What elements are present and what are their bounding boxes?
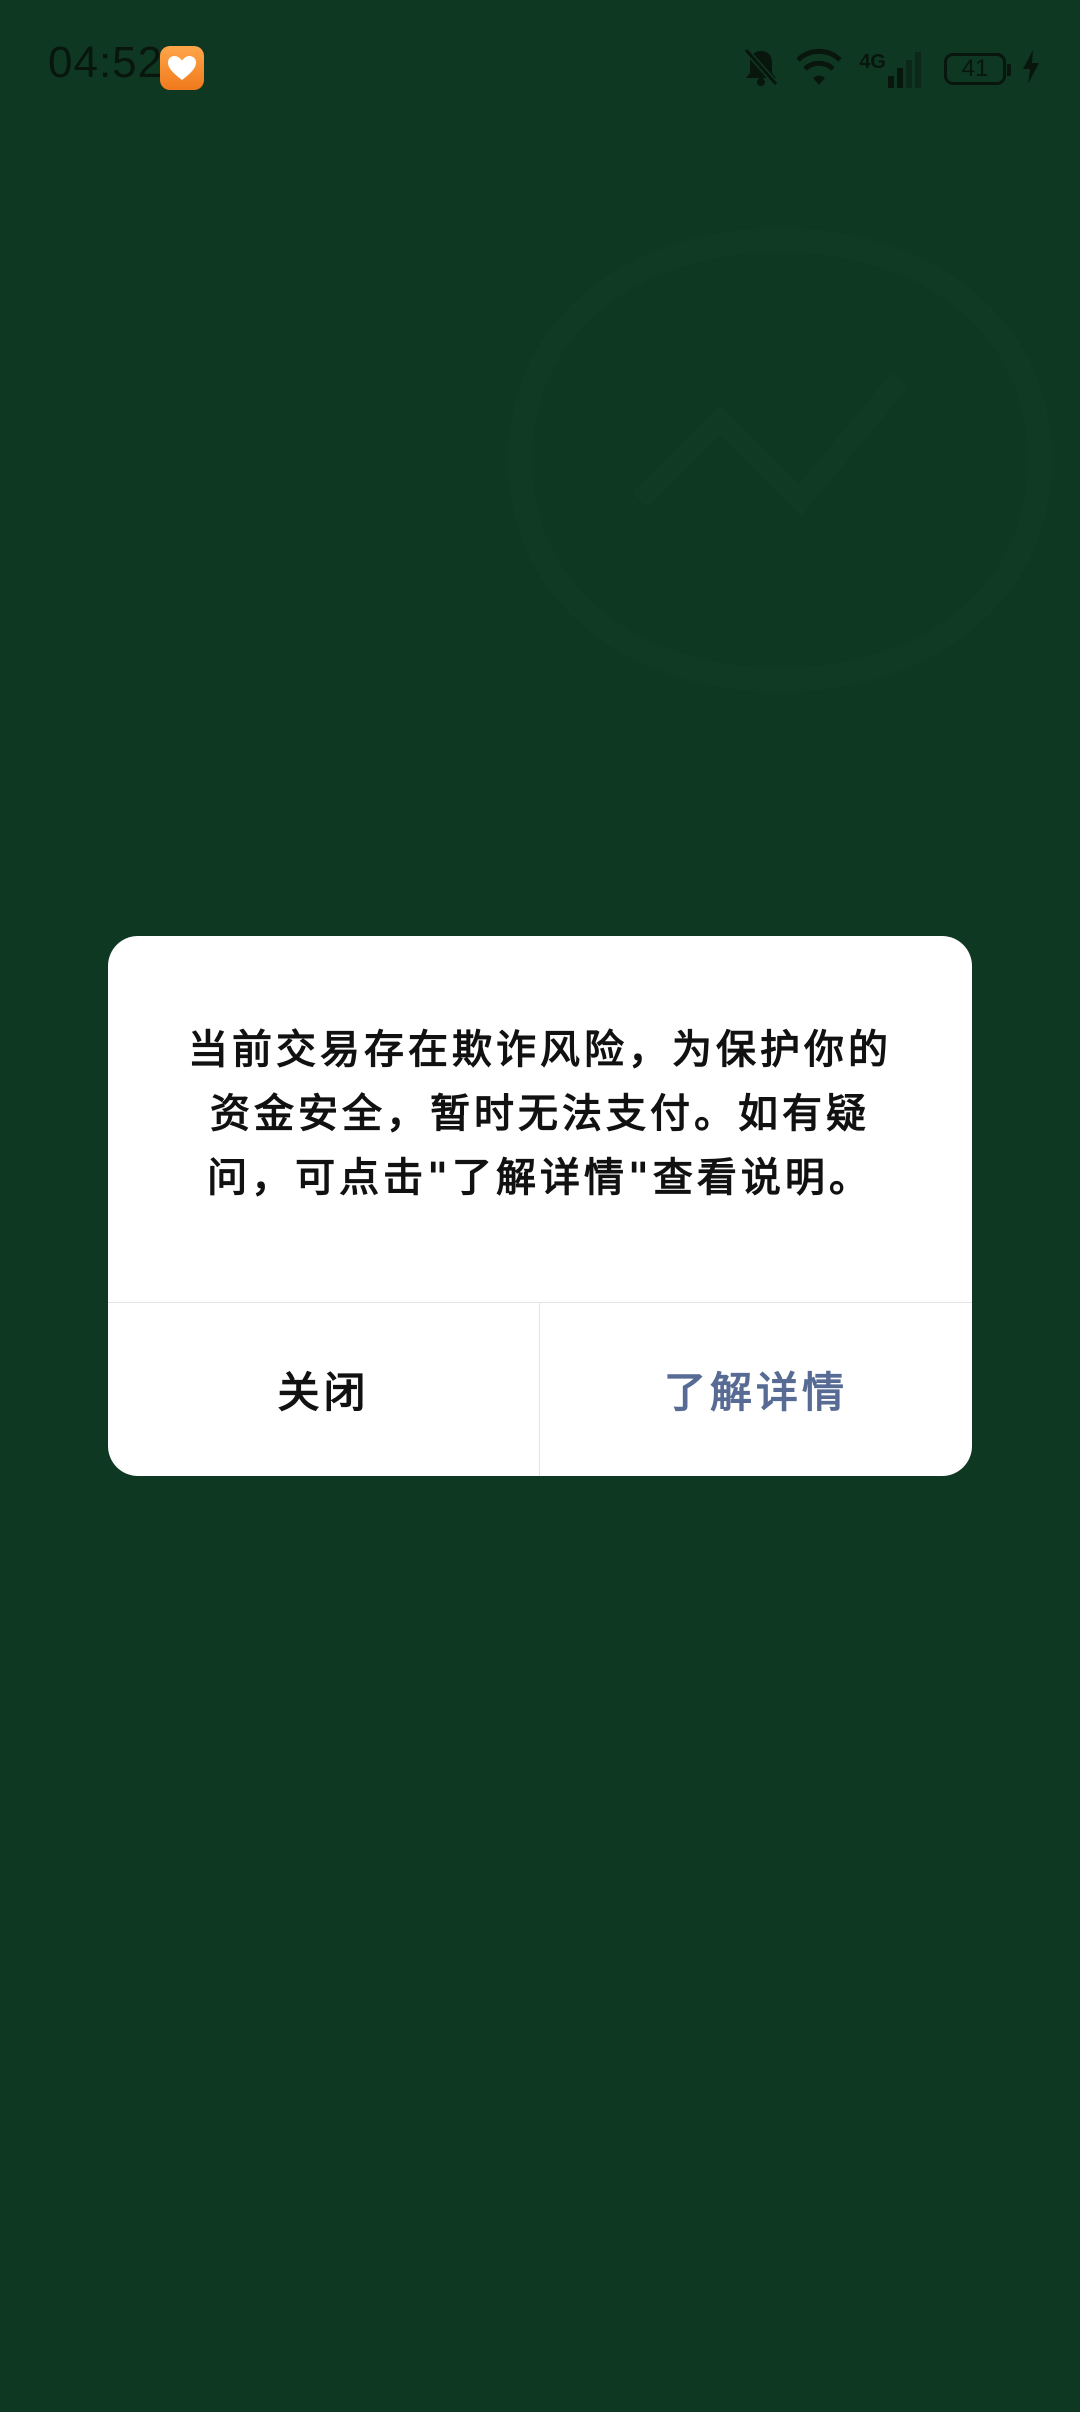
dialog-message: 当前交易存在欺诈风险，为保护你的资金安全，暂时无法支付。如有疑问，可点击"了解详… <box>188 1026 892 1201</box>
learn-more-button[interactable]: 了解详情 <box>540 1303 972 1476</box>
battery-level: 41 <box>961 55 989 82</box>
network-type: 4G <box>859 51 886 73</box>
status-bar: 04:52 4G 41 <box>0 0 1080 136</box>
bell-off-icon <box>743 47 779 91</box>
cellular-signal-icon: 4G <box>859 50 928 88</box>
background-watermark <box>440 200 1080 720</box>
heart-app-icon <box>160 46 204 90</box>
fraud-risk-dialog: 当前交易存在欺诈风险，为保护你的资金安全，暂时无法支付。如有疑问，可点击"了解详… <box>108 936 972 1476</box>
battery-indicator: 41 <box>944 53 1011 85</box>
wifi-icon <box>795 47 843 91</box>
charging-icon <box>1022 50 1040 88</box>
status-time: 04:52 <box>48 38 164 87</box>
status-indicators: 4G 41 <box>743 44 1040 94</box>
close-button[interactable]: 关闭 <box>108 1303 539 1476</box>
